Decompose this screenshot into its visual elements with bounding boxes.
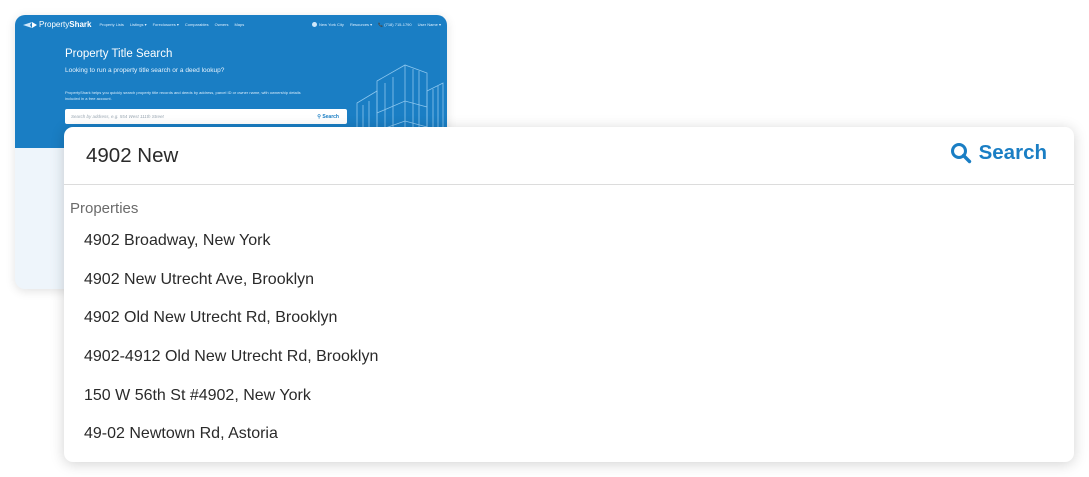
stage: Property Shark Property Lists Listings ▾ … <box>0 0 1089 477</box>
propertyshark-logo[interactable]: Property Shark <box>23 20 91 29</box>
nav-item-listings[interactable]: Listings ▾ <box>130 22 147 27</box>
hero-search-button[interactable]: ⚲ Search <box>317 114 339 120</box>
nav-user-menu[interactable]: User Name ▾ <box>418 22 441 27</box>
globe-icon <box>312 22 318 28</box>
nav-links: Property Lists Listings ▾ Foreclosures ▾… <box>99 22 244 27</box>
properties-section-label: Properties <box>70 200 139 217</box>
search-input[interactable] <box>86 138 886 174</box>
search-button[interactable]: Search <box>950 141 1047 165</box>
nav-item-property-lists[interactable]: Property Lists <box>99 22 123 27</box>
logo-text-bold: Shark <box>69 20 92 29</box>
top-nav: Property Shark Property Lists Listings ▾ … <box>15 15 447 34</box>
hero-search-icon: ⚲ <box>317 113 321 120</box>
search-icon <box>950 143 971 164</box>
hero-search-button-label: Search <box>322 113 339 120</box>
property-result-item[interactable]: 150 W 56th St #4902, New York <box>64 376 1074 415</box>
hero-title: Property Title Search <box>65 48 173 60</box>
nav-item-maps[interactable]: Maps <box>234 22 244 27</box>
nav-item-comparables[interactable]: Comparables <box>185 22 209 27</box>
city-selector[interactable]: New York City <box>312 21 344 28</box>
property-result-item[interactable]: 4902 Broadway, New York <box>64 222 1074 261</box>
nav-right: New York City Resources ▾ 📞 (718) 715-17… <box>312 21 441 28</box>
logo-text-light: Property <box>39 20 70 29</box>
nav-item-owners[interactable]: Owners <box>215 22 229 27</box>
nav-item-resources[interactable]: Resources ▾ <box>350 22 372 27</box>
shark-logo-icon <box>23 21 37 28</box>
hero-subtitle: Looking to run a property title search o… <box>65 67 225 74</box>
property-result-item[interactable]: 4902 Old New Utrecht Rd, Brooklyn <box>64 299 1074 338</box>
hero-search-bar[interactable]: Search by address, e.g. 554 West 111th S… <box>65 109 347 124</box>
nav-phone[interactable]: 📞 (718) 715-1790 <box>378 22 411 27</box>
property-result-item[interactable]: 4902 New Utrecht Ave, Brooklyn <box>64 261 1074 300</box>
search-button-label: Search <box>978 141 1047 164</box>
city-label: New York City <box>319 21 344 27</box>
hero-search-placeholder: Search by address, e.g. 554 West 111th S… <box>71 114 164 119</box>
property-result-item[interactable]: 4902-4912 Old New Utrecht Rd, Brooklyn <box>64 338 1074 377</box>
search-bar: Search <box>64 127 1074 185</box>
nav-item-foreclosures[interactable]: Foreclosures ▾ <box>153 22 179 27</box>
hero-description: PropertyShark helps you quickly search p… <box>65 90 301 101</box>
property-result-item[interactable]: 49-02 Newtown Rd, Astoria <box>64 415 1074 454</box>
property-results-list: 4902 Broadway, New York 4902 New Utrecht… <box>64 222 1074 454</box>
search-autocomplete-panel: Search Properties 4902 Broadway, New Yor… <box>64 127 1074 462</box>
